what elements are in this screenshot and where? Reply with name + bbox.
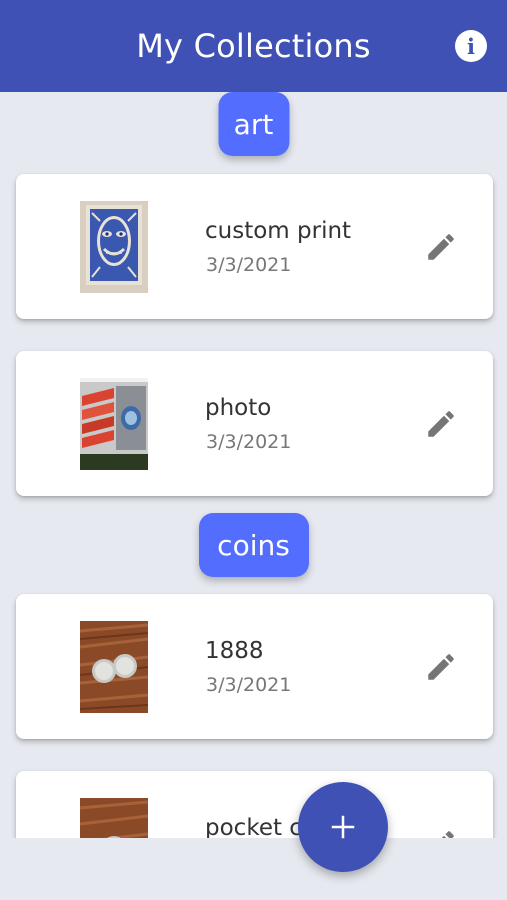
photo-thumbnail-image bbox=[80, 378, 148, 470]
item-date: 3/3/2021 bbox=[206, 254, 292, 276]
bottom-area bbox=[0, 838, 507, 900]
collection-item-card[interactable]: 1888 3/3/2021 bbox=[16, 594, 493, 739]
add-item-button[interactable] bbox=[298, 782, 388, 872]
item-thumbnail bbox=[80, 201, 148, 293]
edit-button[interactable] bbox=[424, 827, 458, 838]
category-label: coins bbox=[217, 528, 290, 562]
item-name: pocket c bbox=[205, 815, 302, 838]
item-date: 3/3/2021 bbox=[206, 674, 292, 696]
collection-item-card[interactable]: custom print 3/3/2021 bbox=[16, 174, 493, 319]
edit-button[interactable] bbox=[424, 650, 458, 684]
item-name: photo bbox=[205, 395, 272, 421]
pencil-icon bbox=[428, 234, 454, 260]
collection-item-card[interactable]: pocket c bbox=[16, 771, 493, 838]
item-date: 3/3/2021 bbox=[206, 431, 292, 453]
collections-list[interactable]: art custom print 3/3/2021 photo 3/3/2021… bbox=[0, 92, 507, 838]
item-name: 1888 bbox=[205, 638, 264, 664]
info-icon: i bbox=[467, 33, 475, 59]
item-thumbnail bbox=[80, 798, 148, 838]
item-thumbnail bbox=[80, 621, 148, 713]
edit-button[interactable] bbox=[424, 407, 458, 441]
pencil-icon bbox=[428, 411, 454, 437]
category-label: art bbox=[233, 107, 274, 141]
pencil-icon bbox=[441, 831, 454, 838]
plus-icon bbox=[331, 815, 355, 839]
info-button[interactable]: i bbox=[455, 30, 487, 62]
app-bar: My Collections i bbox=[0, 0, 507, 92]
category-chip-art: art bbox=[218, 92, 289, 156]
coins-thumbnail-image bbox=[80, 621, 148, 713]
edit-button[interactable] bbox=[424, 230, 458, 264]
collection-item-card[interactable]: photo 3/3/2021 bbox=[16, 351, 493, 496]
item-name: custom print bbox=[205, 218, 352, 244]
category-chip-coins: coins bbox=[198, 513, 309, 577]
coin-thumbnail-image bbox=[80, 798, 148, 838]
item-thumbnail bbox=[80, 378, 148, 470]
print-thumbnail-image bbox=[80, 201, 148, 293]
pencil-icon bbox=[428, 654, 454, 680]
page-title: My Collections bbox=[136, 27, 371, 65]
